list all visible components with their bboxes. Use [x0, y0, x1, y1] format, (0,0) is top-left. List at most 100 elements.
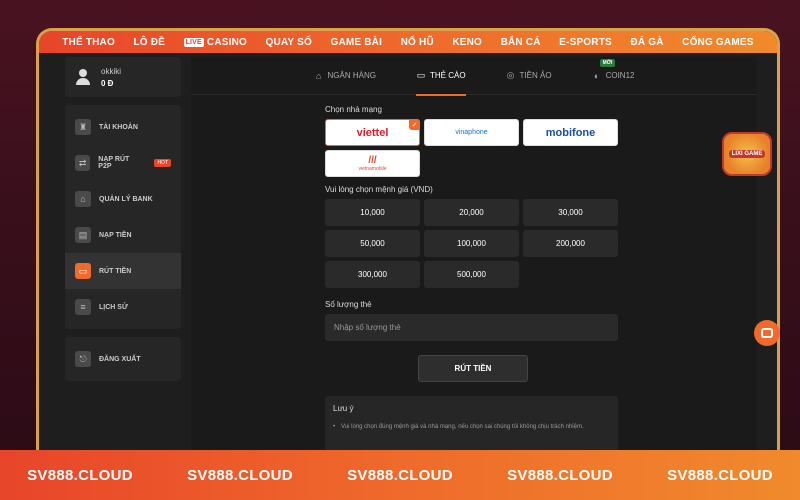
sidebar-item-nap-rut-p2p[interactable]: ⇄ NẠP RÚT P2P HOT [65, 145, 181, 181]
nav-label: THỂ THAO [62, 36, 115, 48]
card-withdraw-form: Chọn nhà mạng viettel ✓ vinaphone mobifo… [325, 105, 621, 452]
viettel-logo: viettel [356, 126, 389, 139]
nav-label: QUAY SỐ [265, 36, 312, 48]
deposit-icon: ▤ [75, 227, 91, 243]
amount-option[interactable]: 300,000 [325, 261, 420, 288]
tab-label: NGÂN HÀNG [327, 71, 376, 80]
amount-option[interactable]: 20,000 [424, 199, 519, 226]
card-icon: ▭ [416, 70, 426, 80]
withdraw-button[interactable]: RÚT TIỀN [418, 355, 528, 382]
logout-button[interactable]: ⎋ ĐĂNG XUẤT [65, 341, 181, 377]
nav-label: KENO [452, 36, 483, 48]
amount-label: Vui lòng chọn mệnh giá (VND) [325, 185, 433, 194]
live-badge: LIVE [183, 37, 204, 47]
sidebar-item-quan-ly-bank[interactable]: ⌂ QUẢN LÝ BANK [65, 181, 181, 217]
new-badge: MỚI [599, 58, 616, 67]
nav-item-da-ga[interactable]: ĐÁ GÀ [630, 37, 663, 48]
vietnamobile-text: vietnamobile [358, 165, 387, 172]
nav-label: CỔNG GAMES [682, 36, 754, 48]
hot-badge: HOT [154, 159, 171, 167]
tab-the-cao[interactable]: ▭ THẺ CÀO [415, 57, 466, 96]
amount-option[interactable]: 10,000 [325, 199, 420, 226]
withdraw-tabs: ⌂ NGÂN HÀNG ▭ THẺ CÀO ◎ TIỀN ẢO MỚI ◐ CO… [191, 57, 757, 96]
nav-item-keno[interactable]: KENO [452, 37, 482, 48]
nav-item-game-bai[interactable]: GAME BÀI [330, 37, 382, 48]
nav-item-quay-so[interactable]: QUAY SỐ [266, 37, 312, 48]
game-badge-label: LIXI GAME [728, 150, 766, 158]
nav-item-lo-de[interactable]: LÔ ĐỀ [133, 37, 165, 48]
sidebar-item-nap-tien[interactable]: ▤ NẠP TIỀN [65, 217, 181, 253]
note-box: Lưu ý Vui lòng chọn đúng mệnh giá và nhà… [325, 396, 618, 452]
bank-icon: ⌂ [315, 70, 322, 81]
nav-label: LÔ ĐỀ [133, 36, 166, 48]
banner-text: SV888.CLOUD [187, 466, 293, 484]
sidebar-item-label: NẠP RÚT P2P [98, 156, 130, 170]
amount-option[interactable]: 30,000 [523, 199, 618, 226]
nav-item-no-hu[interactable]: NỔ HŨ [401, 37, 434, 48]
vinaphone-logo: vinaphone [455, 129, 488, 136]
nav-item-e-sports[interactable]: E-SPORTS [559, 37, 612, 48]
main-content: ⌂ NGÂN HÀNG ▭ THẺ CÀO ◎ TIỀN ẢO MỚI ◐ CO… [191, 57, 757, 458]
quantity-input[interactable] [325, 314, 618, 341]
carrier-mobifone[interactable]: mobifone [523, 119, 618, 146]
tab-label: COIN12 [605, 71, 635, 80]
sidebar-item-lich-su[interactable]: ≡ LỊCH SỬ [65, 289, 181, 325]
user-card[interactable]: okkiki 0 Đ [65, 57, 181, 97]
avatar-icon [75, 69, 91, 85]
sidebar-item-label: TÀI KHOẢN [99, 123, 138, 131]
amount-option[interactable]: 50,000 [325, 230, 420, 257]
nav-item-the-thao[interactable]: THỂ THAO [62, 37, 115, 48]
nav-label: E-SPORTS [559, 36, 612, 48]
browser-frame: THỂ THAO LÔ ĐỀ LIVE CASINO QUAY SỐ GAME … [36, 28, 780, 458]
carrier-grid: viettel ✓ vinaphone mobifone /// vietnam… [325, 119, 621, 177]
nav-item-ban-ca[interactable]: BẮN CÁ [501, 37, 541, 48]
banner-text: SV888.CLOUD [27, 466, 133, 484]
sidebar-menu: ♜ TÀI KHOẢN ⇄ NẠP RÚT P2P HOT ⌂ QUẢN LÝ … [65, 105, 181, 329]
carrier-vinaphone[interactable]: vinaphone [424, 119, 519, 146]
tab-label: THẺ CÀO [429, 71, 466, 80]
coin-icon: ◐ [593, 70, 600, 81]
game-promo-badge[interactable]: LIXI GAME [722, 132, 772, 176]
tab-ngan-hang[interactable]: ⌂ NGÂN HÀNG [314, 57, 376, 95]
account-icon: ♜ [75, 119, 91, 135]
tab-coin12[interactable]: MỚI ◐ COIN12 [592, 57, 635, 95]
history-icon: ≡ [75, 299, 91, 315]
carrier-viettel[interactable]: viettel ✓ [325, 119, 420, 146]
chat-icon [761, 328, 773, 338]
nav-item-cong-games[interactable]: CỔNG GAMES [682, 37, 753, 48]
carrier-vietnamobile[interactable]: /// vietnamobile [325, 150, 420, 177]
carrier-label: Chọn nhà mạng [325, 105, 382, 114]
logout-group: ⎋ ĐĂNG XUẤT [65, 337, 181, 381]
nav-label: BẮN CÁ [500, 36, 541, 48]
tab-tien-ao[interactable]: ◎ TIỀN ẢO [506, 57, 552, 95]
nav-label: CASINO [206, 36, 248, 48]
p2p-icon: ⇄ [75, 155, 91, 171]
sidebar-item-label: RÚT TIỀN [99, 267, 132, 275]
vietnamobile-mark-icon: /// [368, 154, 377, 166]
nav-item-casino[interactable]: LIVE CASINO [183, 36, 248, 48]
sidebar-item-label: LỊCH SỬ [99, 303, 128, 311]
vietnamobile-logo: /// vietnamobile [358, 154, 387, 172]
quantity-label: Số lượng thẻ [325, 300, 372, 309]
amount-option[interactable]: 500,000 [424, 261, 519, 288]
banner-text: SV888.CLOUD [507, 466, 613, 484]
nav-label: NỔ HŨ [400, 36, 434, 48]
banner-text: SV888.CLOUD [347, 466, 453, 484]
note-text: Vui lòng chọn đúng mệnh giá và nhà mạng,… [333, 423, 610, 432]
note-title: Lưu ý [333, 404, 354, 413]
amount-option[interactable]: 200,000 [523, 230, 618, 257]
check-icon: ✓ [409, 119, 420, 130]
chat-button[interactable] [754, 320, 780, 346]
logout-icon: ⎋ [75, 351, 91, 367]
mobifone-logo: mobifone [545, 126, 596, 139]
sidebar: okkiki 0 Đ ♜ TÀI KHOẢN ⇄ NẠP RÚT P2P HOT… [65, 57, 181, 389]
top-navigation: THỂ THAO LÔ ĐỀ LIVE CASINO QUAY SỐ GAME … [39, 31, 777, 53]
sidebar-item-tai-khoan[interactable]: ♜ TÀI KHOẢN [65, 109, 181, 145]
bank-icon: ⌂ [75, 191, 91, 207]
withdraw-icon: ▭ [75, 263, 91, 279]
tab-label: TIỀN ẢO [519, 71, 552, 80]
user-info: okkiki 0 Đ [101, 67, 121, 88]
amount-option[interactable]: 100,000 [424, 230, 519, 257]
logout-label: ĐĂNG XUẤT [99, 355, 141, 363]
sidebar-item-rut-tien[interactable]: ▭ RÚT TIỀN [65, 253, 181, 289]
